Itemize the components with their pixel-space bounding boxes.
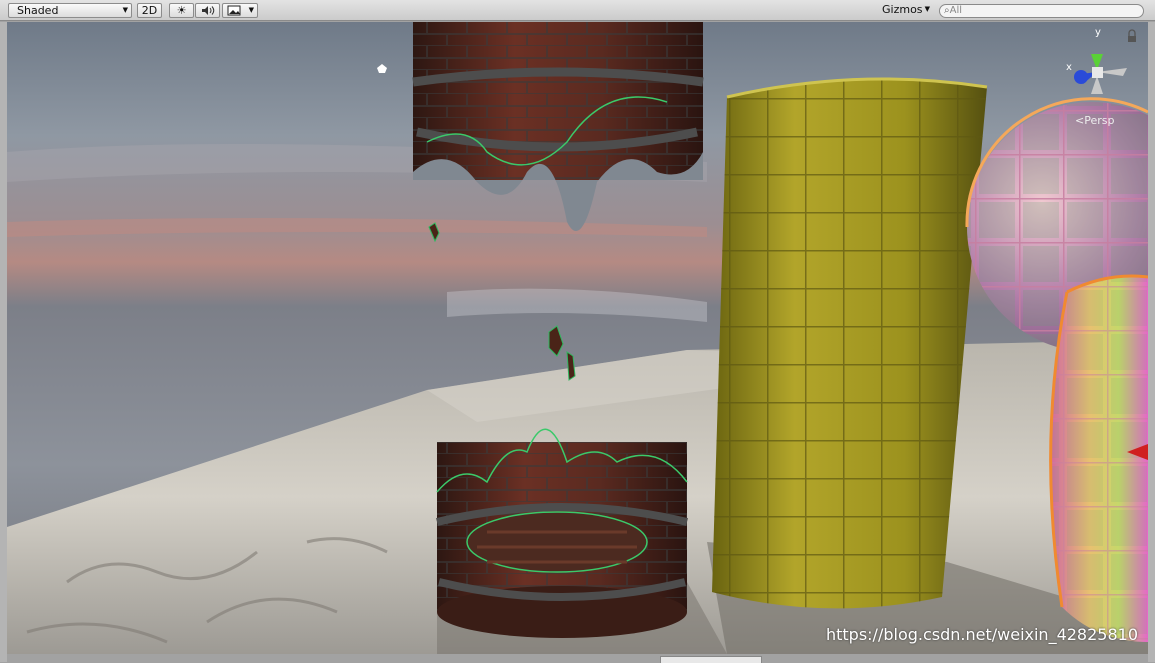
chevron-down-icon: ▼ [924, 5, 930, 13]
effects-dropdown[interactable]: ▼ [222, 3, 258, 18]
chevron-left-icon: < [1075, 114, 1085, 127]
lighting-toggle-button[interactable]: ☀ [169, 3, 194, 18]
gizmo-x-label: x [1066, 62, 1072, 73]
shading-mode-label: Shaded [17, 4, 59, 17]
shading-mode-dropdown[interactable]: Shaded ▼ [8, 3, 132, 18]
chevron-down-icon: ▼ [122, 6, 128, 14]
audio-toggle-button[interactable] [195, 3, 220, 18]
window-border-right [1148, 22, 1155, 662]
2d-toggle-button[interactable]: 2D [137, 3, 162, 18]
image-icon [227, 5, 241, 16]
chevron-down-icon: ▼ [248, 6, 254, 14]
gizmos-dropdown[interactable]: Gizmos ▼ [878, 3, 932, 18]
speaker-icon [201, 6, 214, 15]
scene-toolbar: Shaded ▼ 2D ☀ ▼ Gizmos ▼ ⌕All [0, 0, 1155, 21]
watermark: https://blog.csdn.net/weixin_42825810 [825, 625, 1138, 644]
projection-toggle[interactable]: <Persp [1075, 114, 1114, 127]
2d-label: 2D [141, 4, 158, 17]
gizmos-label: Gizmos [882, 3, 923, 16]
window-border-left [0, 22, 7, 662]
sun-icon: ☀ [176, 4, 187, 17]
scene-viewport[interactable]: y x <Persp https://blog.csdn.net/weixin_… [7, 22, 1148, 654]
search-placeholder: All [949, 5, 963, 16]
search-input[interactable]: ⌕All [939, 4, 1144, 18]
projection-label: Persp [1084, 114, 1115, 127]
gizmo-y-label: y [1095, 27, 1101, 38]
scene-render [7, 22, 1148, 654]
